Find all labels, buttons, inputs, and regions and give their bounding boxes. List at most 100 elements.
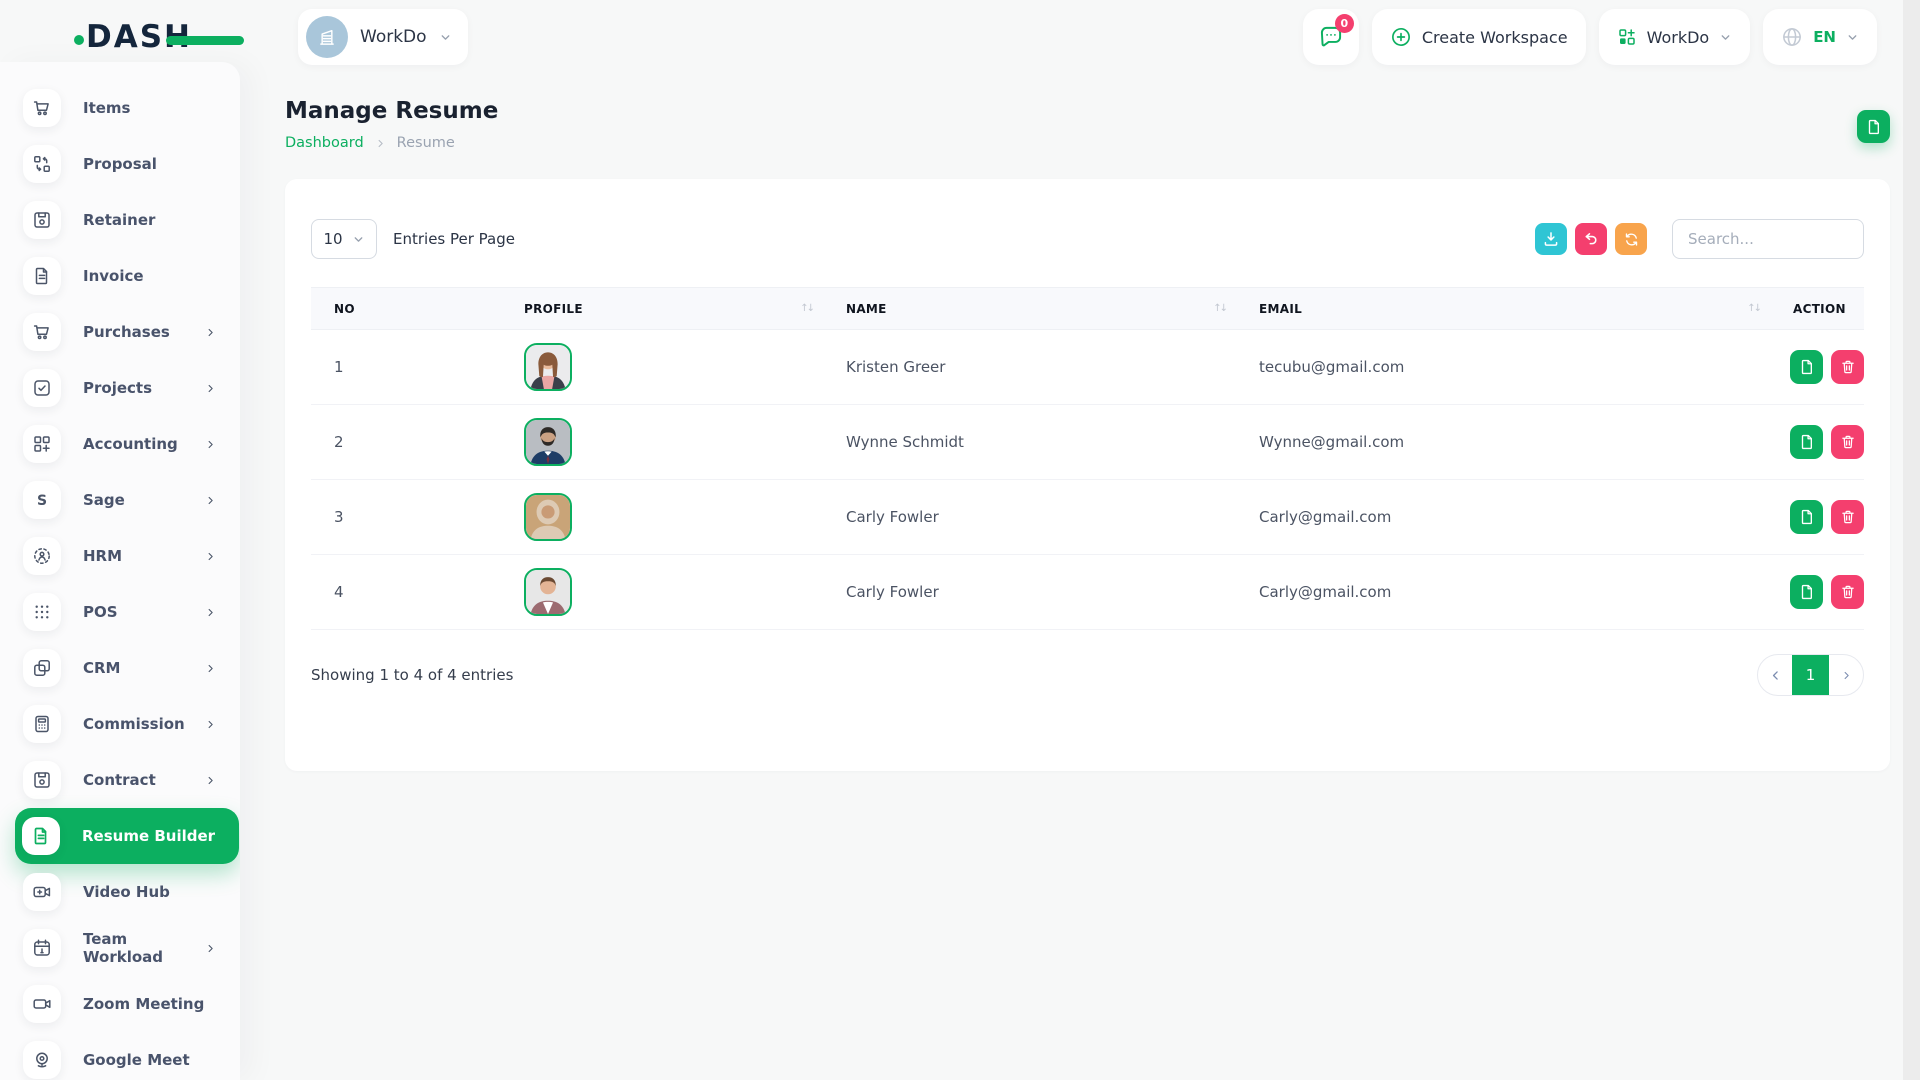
language-code: EN <box>1813 28 1836 46</box>
workspace-avatar <box>306 16 348 58</box>
header-actions: 0 Create Workspace WorkDo EN <box>1303 9 1877 65</box>
sidebar: Items ProposalRetainerInvoicePurchasesPro… <box>0 62 240 1080</box>
sidebar-item-google-meet[interactable]: Google Meet <box>0 1032 240 1080</box>
cell-no: 2 <box>311 405 501 480</box>
avatar[interactable] <box>524 343 572 391</box>
sidebar-item-crm[interactable]: CRM <box>0 640 240 696</box>
breadcrumb-dashboard-link[interactable]: Dashboard <box>285 135 364 151</box>
create-workspace-button[interactable]: Create Workspace <box>1372 9 1586 65</box>
avatar[interactable] <box>524 418 572 466</box>
sidebar-item-items[interactable]: Items <box>0 80 240 136</box>
chevron-right-icon <box>205 607 216 618</box>
entries-per-page-select[interactable]: 10 <box>311 219 377 259</box>
sidebar-item-purchases[interactable]: Purchases <box>0 304 240 360</box>
file-icon <box>1798 508 1816 526</box>
scrollbar-track[interactable] <box>1903 0 1920 1080</box>
view-resume-button[interactable] <box>1790 425 1823 459</box>
view-resume-button[interactable] <box>1790 500 1823 534</box>
brand-logo: DASH <box>86 16 236 58</box>
export-download-button[interactable] <box>1535 223 1567 255</box>
sidebar-item-resume-builder[interactable]: Resume Builder <box>15 808 239 864</box>
trash-icon <box>1839 433 1857 451</box>
workspace-selector[interactable]: WorkDo <box>298 9 468 65</box>
sidebar-item-proposal[interactable]: Proposal <box>0 136 240 192</box>
sidebar-item-label: Accounting <box>83 435 178 453</box>
sidebar-item-retainer[interactable]: Retainer <box>0 192 240 248</box>
sidebar-icon-tile <box>23 985 61 1023</box>
main-content: Manage Resume Dashboard Resume 10 Entrie… <box>240 74 1903 1080</box>
cell-no: 1 <box>311 330 501 405</box>
language-selector[interactable]: EN <box>1763 9 1877 65</box>
sidebar-item-accounting[interactable]: Accounting <box>0 416 240 472</box>
pagination-next-button[interactable] <box>1829 654 1863 696</box>
resume-table-card: 10 Entries Per Page NOPROFILE↑↓NAME↑↓EMA… <box>285 179 1890 771</box>
video-plus-icon <box>32 882 52 902</box>
table-header-row: NOPROFILE↑↓NAME↑↓EMAIL↑↓ACTION <box>311 288 1864 330</box>
file-icon <box>1865 118 1883 136</box>
sidebar-item-projects[interactable]: Projects <box>0 360 240 416</box>
cell-profile <box>501 405 823 480</box>
avatar[interactable] <box>524 493 572 541</box>
chevron-right-icon <box>205 327 216 338</box>
cell-name: Carly Fowler <box>823 480 1236 555</box>
delete-resume-button[interactable] <box>1831 425 1864 459</box>
sidebar-icon-tile <box>23 89 61 127</box>
sidebar-item-contract[interactable]: Contract <box>0 752 240 808</box>
workdo-menu-button[interactable]: WorkDo <box>1599 9 1751 65</box>
delete-resume-button[interactable] <box>1831 575 1864 609</box>
table-footer: Showing 1 to 4 of 4 entries 1 <box>311 654 1864 696</box>
file-icon <box>1798 433 1816 451</box>
create-resume-button[interactable] <box>1857 110 1890 143</box>
cell-email: Carly@gmail.com <box>1236 555 1770 630</box>
sort-icon[interactable]: ↑↓ <box>1747 303 1760 314</box>
sidebar-item-video-hub[interactable]: Video Hub <box>0 864 240 920</box>
view-resume-button[interactable] <box>1790 350 1823 384</box>
pagination: 1 <box>1757 654 1864 696</box>
row-actions <box>1790 575 1864 609</box>
grid-plus-green-icon <box>1617 27 1637 47</box>
sidebar-item-label: Sage <box>83 491 125 509</box>
column-header-profile[interactable]: PROFILE↑↓ <box>501 288 823 330</box>
sidebar-item-label: Items <box>83 99 130 117</box>
delete-resume-button[interactable] <box>1831 500 1864 534</box>
resume-table: NOPROFILE↑↓NAME↑↓EMAIL↑↓ACTION 1Kristen … <box>311 287 1864 630</box>
view-resume-button[interactable] <box>1790 575 1823 609</box>
sidebar-item-invoice[interactable]: Invoice <box>0 248 240 304</box>
table-row: 1Kristen Greertecubu@gmail.com <box>311 330 1864 405</box>
globe-icon <box>1781 26 1803 48</box>
sidebar-item-pos[interactable]: POS <box>0 584 240 640</box>
pagination-page-1[interactable]: 1 <box>1792 654 1829 696</box>
sidebar-item-zoom-meeting[interactable]: Zoom Meeting <box>0 976 240 1032</box>
delete-resume-button[interactable] <box>1831 350 1864 384</box>
sort-icon[interactable]: ↑↓ <box>800 303 813 314</box>
sidebar-item-hrm[interactable]: HRM <box>0 528 240 584</box>
column-label: EMAIL <box>1259 302 1302 316</box>
invoice-icon <box>32 266 52 286</box>
create-workspace-label: Create Workspace <box>1422 28 1568 47</box>
sidebar-icon-tile <box>23 1041 61 1079</box>
column-header-name[interactable]: NAME↑↓ <box>823 288 1236 330</box>
cart-icon <box>32 98 52 118</box>
refresh-icon <box>1623 231 1640 248</box>
logo-dot <box>74 35 84 45</box>
chevron-right-icon <box>205 383 216 394</box>
chevron-right-icon <box>205 439 216 450</box>
plus-circle-icon <box>1390 26 1412 48</box>
sort-icon[interactable]: ↑↓ <box>1213 303 1226 314</box>
sidebar-icon-tile <box>23 873 61 911</box>
cell-name: Carly Fowler <box>823 555 1236 630</box>
undo-button[interactable] <box>1575 223 1607 255</box>
sidebar-item-team-workload[interactable]: Team Workload <box>0 920 240 976</box>
search-input[interactable] <box>1672 219 1864 259</box>
sidebar-icon-tile <box>23 145 61 183</box>
pagination-prev-button[interactable] <box>1758 654 1792 696</box>
column-header-email[interactable]: EMAIL ↑↓ <box>1236 288 1770 330</box>
avatar[interactable] <box>524 568 572 616</box>
refresh-button[interactable] <box>1615 223 1647 255</box>
sidebar-item-sage[interactable]: SSage <box>0 472 240 528</box>
messages-button[interactable]: 0 <box>1303 9 1359 65</box>
sidebar-nav: Items ProposalRetainerInvoicePurchasesPro… <box>0 80 240 1080</box>
cell-profile <box>501 555 823 630</box>
logo-dash-bar <box>166 36 244 45</box>
sidebar-item-commission[interactable]: Commission <box>0 696 240 752</box>
